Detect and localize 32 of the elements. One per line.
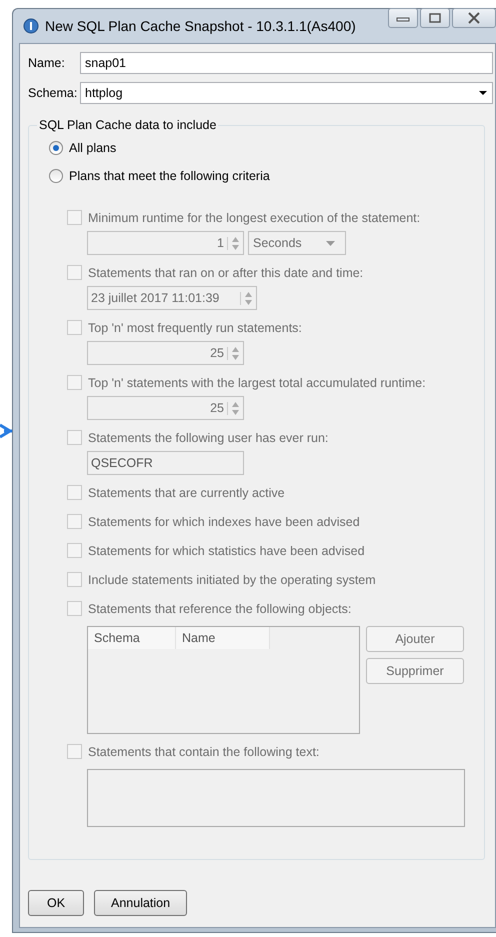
arrow-icon [0, 423, 14, 439]
minimize-button[interactable] [388, 8, 418, 28]
checkbox-label: Statements the following user has ever run: [88, 430, 328, 444]
checkbox-label: Statements for which statistics have been advised [88, 544, 365, 558]
dropdown-caret-icon [326, 240, 335, 246]
checkbox-label: Include statements initiated by the operating system [88, 572, 376, 586]
group-title: SQL Plan Cache data to include [38, 118, 218, 132]
field-label: Name: [28, 56, 66, 70]
schema-dropdown[interactable]: httplog [80, 82, 493, 104]
dialog-button[interactable]: OK [28, 890, 84, 916]
field-label: Schema: [28, 86, 78, 100]
dialog-button[interactable]: Annulation [94, 890, 188, 916]
info-icon [23, 18, 39, 34]
radio-label: All plans [69, 141, 116, 155]
checkbox-label: Statements that contain the following text: [88, 744, 320, 758]
checkbox-label: Statements that are currently active [88, 486, 285, 500]
maximize-button[interactable] [420, 8, 450, 28]
name-field[interactable]: snap01 [80, 52, 493, 74]
maximize-icon [428, 13, 442, 23]
checkbox-label: Top 'n' statements with the largest total accumulated runtime: [88, 376, 426, 390]
radio-button[interactable] [49, 141, 63, 155]
checkbox-label: Statements that ran on or after this date and time: [88, 266, 364, 280]
window-title: New SQL Plan Cache Snapshot - 10.3.1.1(As400) [45, 18, 357, 34]
close-icon [467, 12, 481, 24]
checkbox-label: Statements for which indexes have been advised [88, 514, 360, 528]
close-button[interactable] [452, 8, 496, 28]
checkbox-label: Top 'n' most frequently run statements: [88, 320, 302, 334]
checkbox-label: Statements that reference the following objects: [88, 602, 352, 616]
radio-button[interactable] [49, 169, 63, 183]
radio-label: Plans that meet the following criteria [69, 169, 270, 183]
dropdown-caret-icon [478, 90, 488, 96]
checkbox-label: Minimum runtime for the longest execution of the statement: [88, 210, 420, 224]
